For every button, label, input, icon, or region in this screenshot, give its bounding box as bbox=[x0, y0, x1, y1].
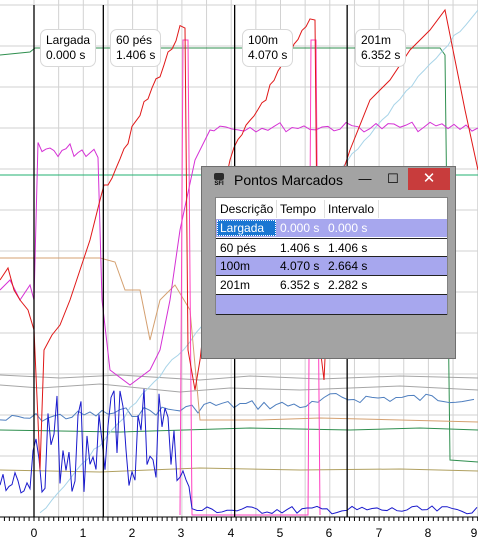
marker-name: 100m bbox=[248, 33, 279, 47]
cell-intervalo: 2.664 s bbox=[328, 259, 368, 273]
x-tick-label: 7 bbox=[375, 526, 383, 540]
cell-descricao: 100m bbox=[220, 259, 251, 273]
cell-intervalo: 1.406 s bbox=[328, 241, 368, 255]
marker-label-largada[interactable]: Largada 0.000 s bbox=[40, 29, 97, 67]
table-header: Descrição Tempo Intervalo bbox=[216, 200, 447, 218]
marker-name: 201m bbox=[361, 33, 392, 47]
trace-gray-2 bbox=[0, 383, 478, 393]
x-tick-label: 2 bbox=[128, 526, 136, 540]
marker-name: Largada bbox=[46, 33, 91, 47]
trace-steel bbox=[0, 392, 475, 422]
trace-green-low bbox=[0, 427, 478, 433]
close-button[interactable]: ✕ bbox=[408, 168, 450, 190]
cell-tempo: 4.070 s bbox=[280, 259, 320, 273]
header-tempo[interactable]: Tempo bbox=[280, 200, 316, 218]
cell-tempo: 1.406 s bbox=[280, 241, 320, 255]
header-intervalo[interactable]: Intervalo bbox=[328, 200, 374, 218]
trace-gray-1 bbox=[0, 374, 478, 381]
maximize-button[interactable]: ☐ bbox=[381, 168, 405, 190]
pontos-marcados-dialog[interactable]: SFI Pontos Marcados — ☐ ✕ Descrição Temp… bbox=[201, 166, 456, 359]
marker-time: 4.070 s bbox=[248, 48, 288, 62]
marker-label-60-pes[interactable]: 60 pés 1.406 s bbox=[110, 29, 162, 67]
table-row[interactable]: Largada 0.000 s 0.000 s bbox=[216, 219, 447, 237]
x-tick-label: 6 bbox=[325, 526, 333, 540]
cell-tempo: 6.352 s bbox=[280, 278, 320, 292]
cell-intervalo: 2.282 s bbox=[328, 278, 368, 292]
x-axis-ticks bbox=[3, 517, 478, 521]
cell-tempo: 0.000 s bbox=[280, 221, 320, 235]
x-tick-label: 9 bbox=[470, 526, 478, 540]
markers-table[interactable]: Descrição Tempo Intervalo Largada 0.000 … bbox=[215, 197, 448, 315]
cell-intervalo: 0.000 s bbox=[328, 221, 368, 235]
table-row[interactable]: 201m 6.352 s 2.282 s bbox=[216, 275, 447, 294]
marker-label-100m[interactable]: 100m 4.070 s bbox=[242, 29, 294, 67]
trace-olive bbox=[0, 467, 478, 473]
marker-time: 6.352 s bbox=[361, 48, 401, 62]
x-tick-label: 1 bbox=[79, 526, 87, 540]
x-tick-label: 3 bbox=[177, 526, 185, 540]
x-tick-label: 0 bbox=[30, 526, 38, 540]
dialog-title: Pontos Marcados bbox=[234, 172, 343, 188]
sfi-app-icon: SFI bbox=[211, 173, 227, 189]
cell-descricao: 201m bbox=[220, 278, 251, 292]
marker-name: 60 pés bbox=[116, 33, 153, 47]
cell-descricao: Largada bbox=[220, 221, 265, 235]
table-new-row[interactable] bbox=[216, 294, 447, 315]
trace-blue bbox=[0, 388, 478, 515]
table-row[interactable]: 60 pés 1.406 s 1.406 s bbox=[216, 238, 447, 257]
table-row[interactable]: 100m 4.070 s 2.664 s bbox=[216, 256, 447, 275]
cell-descricao: 60 pés bbox=[220, 241, 257, 255]
x-tick-label: 5 bbox=[276, 526, 284, 540]
minimize-button[interactable]: — bbox=[353, 168, 377, 190]
dialog-titlebar[interactable]: SFI Pontos Marcados — ☐ ✕ bbox=[202, 167, 455, 193]
marker-time: 1.406 s bbox=[116, 48, 156, 62]
marker-label-201m[interactable]: 201m 6.352 s bbox=[355, 29, 407, 67]
marker-time: 0.000 s bbox=[46, 48, 86, 62]
x-tick-label: 8 bbox=[424, 526, 432, 540]
header-descricao[interactable]: Descrição bbox=[220, 200, 273, 218]
x-tick-label: 4 bbox=[227, 526, 235, 540]
